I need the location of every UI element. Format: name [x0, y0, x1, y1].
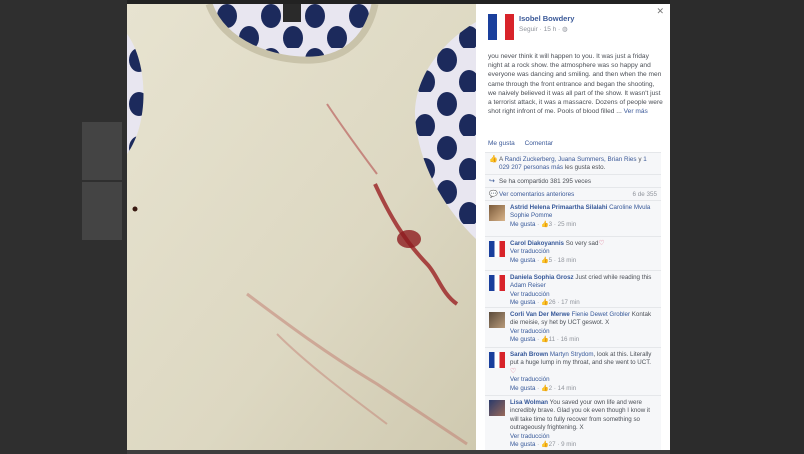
comment-bubble-icon: 💬 — [489, 191, 498, 198]
post-side-panel: ✕ Isobel Bowdery Seguir · 15 h · ◍ you n… — [476, 4, 670, 450]
comment: Daniela Sophia Grosz Just cried while re… — [485, 270, 661, 307]
comment: Astrid Helena Primaartha Silalahi Caroli… — [485, 200, 661, 236]
comment: Corli Van Der Merwe Fienie Dewet Grobler… — [485, 307, 661, 347]
follow-link[interactable]: Seguir — [519, 26, 538, 33]
background-thumbnail — [82, 122, 122, 180]
author-name[interactable]: Isobel Bowdery — [519, 14, 574, 23]
comments-list: Astrid Helena Primaartha Silalahi Caroli… — [485, 200, 661, 450]
post-meta: Seguir · 15 h · ◍ — [519, 26, 568, 33]
background-page-right — [670, 0, 804, 454]
avatar[interactable] — [489, 241, 505, 257]
background-thumbnail — [82, 182, 122, 240]
thumbs-up-icon: 👍 — [540, 220, 549, 228]
avatar[interactable] — [489, 400, 505, 416]
avatar[interactable] — [489, 352, 505, 368]
bloodied-shirt-image — [127, 4, 476, 450]
thumbs-up-icon: 👍 — [540, 336, 549, 344]
comment: Sarah Brown Martyn Strydom, look at this… — [485, 347, 661, 395]
post-header: Isobel Bowdery Seguir · 15 h · ◍ — [488, 14, 658, 44]
avatar[interactable] — [489, 275, 505, 291]
thumbs-up-icon: 👍 — [540, 384, 549, 392]
post-photo[interactable] — [127, 4, 476, 450]
post-text: you never think it will happen to you. I… — [488, 52, 664, 116]
post-body: you never think it will happen to you. I… — [488, 53, 663, 116]
see-more-link[interactable]: Ver más — [624, 108, 648, 115]
globe-icon: ◍ — [562, 26, 568, 33]
heart-emoji-icon: ♡ — [510, 367, 517, 375]
avatar[interactable] — [489, 312, 505, 328]
comment: Lisa Wolman You saved your own life and … — [485, 395, 661, 450]
thumbs-up-icon: 👍 — [540, 441, 549, 449]
thumbs-up-icon: 👍 — [540, 299, 549, 307]
likes-summary: 👍 A Randi Zuckerberg, Juana Summers, Bri… — [485, 152, 661, 174]
post-actions: Me gusta Comentar — [488, 140, 561, 147]
avatar[interactable] — [488, 14, 515, 40]
background-page-left — [0, 0, 127, 454]
like-button[interactable]: Me gusta — [488, 140, 515, 147]
comment: Carol Diakoyannis So very sad♡ Ver tradu… — [485, 236, 661, 270]
heart-emoji-icon: ♡ — [598, 240, 605, 247]
share-icon: ↪ — [489, 178, 495, 185]
likers-names[interactable]: Randi Zuckerberg, Juana Summers, Brian R… — [505, 156, 637, 163]
comment-button[interactable]: Comentar — [525, 140, 554, 147]
previous-comments[interactable]: 💬 Ver comentarios anteriores 6 de 355 — [485, 187, 661, 200]
post-time[interactable]: 15 h — [544, 26, 557, 33]
thumbs-up-icon: 👍 — [489, 156, 498, 163]
shares-summary[interactable]: ↪ Se ha compartido 381 295 veces — [485, 174, 661, 187]
avatar[interactable] — [489, 205, 505, 221]
thumbs-up-icon: 👍 — [540, 256, 549, 264]
